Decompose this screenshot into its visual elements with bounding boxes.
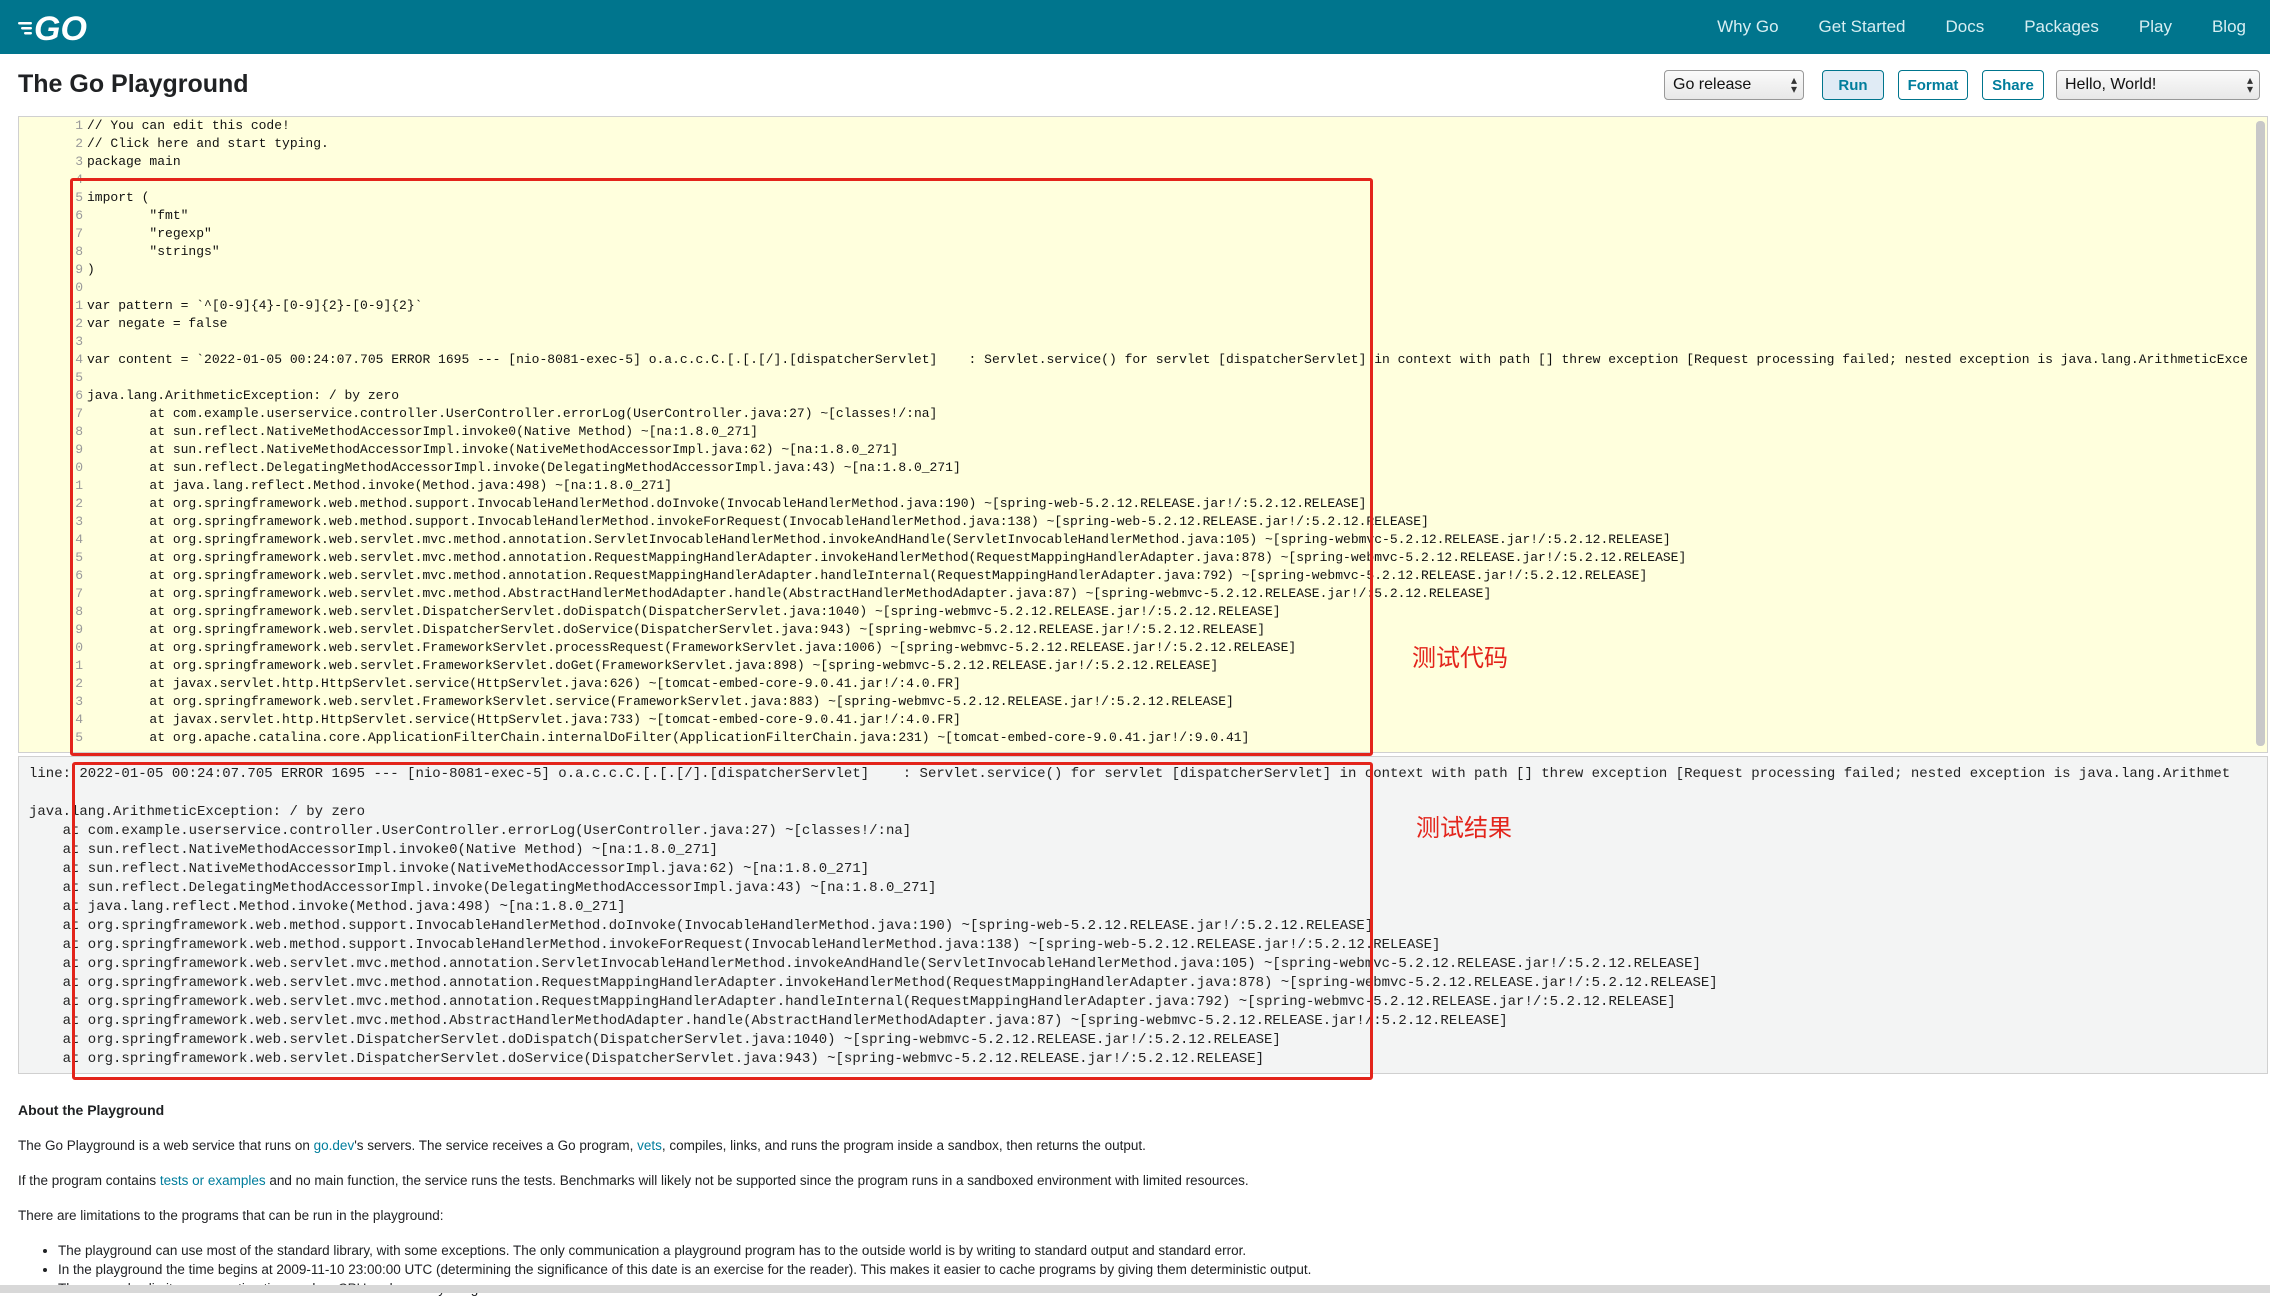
- go-logo-icon: GO: [18, 10, 87, 45]
- about-text: , compiles, links, and runs the program …: [661, 1138, 1146, 1153]
- release-select-value: Go release: [1673, 76, 1752, 93]
- share-button[interactable]: Share: [1982, 70, 2044, 100]
- example-select-value: Hello, World!: [2065, 76, 2157, 93]
- line-number: 3: [75, 154, 83, 169]
- svg-text:GO: GO: [34, 10, 87, 45]
- nav-why-go[interactable]: Why Go: [1717, 17, 1778, 37]
- bottom-scrollbar[interactable]: [0, 1285, 2270, 1293]
- about-text: and no main function, the service runs t…: [265, 1173, 1249, 1188]
- top-nav-bar: GO Why Go Get Started Docs Packages Play…: [0, 0, 2270, 54]
- code-highlight-box: [70, 178, 1373, 756]
- go-dev-link[interactable]: go.dev: [314, 1138, 355, 1153]
- nav-links: Why Go Get Started Docs Packages Play Bl…: [1677, 0, 2246, 54]
- code-annotation-label: 测试代码: [1412, 644, 1508, 672]
- result-highlight-box: [72, 762, 1373, 1080]
- list-item: The playground can use most of the stand…: [58, 1243, 2248, 1258]
- nav-blog[interactable]: Blog: [2212, 17, 2246, 37]
- release-select[interactable]: Go release ▴ ▾: [1664, 70, 1804, 100]
- nav-get-started[interactable]: Get Started: [1819, 17, 1906, 37]
- result-annotation-label: 测试结果: [1416, 814, 1512, 842]
- format-button[interactable]: Format: [1898, 70, 1968, 100]
- nav-packages[interactable]: Packages: [2024, 17, 2099, 37]
- select-arrows-icon: ▴ ▾: [1790, 73, 1797, 96]
- editor-scrollbar[interactable]: [2256, 121, 2265, 746]
- about-paragraph-3: There are limitations to the programs th…: [18, 1208, 444, 1223]
- select-arrows-icon: ▴ ▾: [2246, 73, 2253, 96]
- line-number: 2: [75, 136, 83, 151]
- nav-play[interactable]: Play: [2139, 17, 2172, 37]
- vets-link[interactable]: vets: [637, 1138, 662, 1153]
- about-paragraph-2: If the program contains tests or example…: [18, 1173, 2248, 1188]
- example-select[interactable]: Hello, World! ▴ ▾: [2056, 70, 2260, 100]
- go-logo[interactable]: GO: [18, 8, 102, 46]
- about-heading: About the Playground: [18, 1102, 165, 1118]
- about-paragraph-1: The Go Playground is a web service that …: [18, 1138, 2248, 1153]
- about-text: If the program contains: [18, 1173, 160, 1188]
- page-title: The Go Playground: [18, 70, 249, 98]
- run-button[interactable]: Run: [1822, 70, 1884, 100]
- about-text: 's servers. The service receives a Go pr…: [354, 1138, 638, 1153]
- list-item: In the playground the time begins at 200…: [58, 1262, 2248, 1277]
- line-number: 1: [75, 118, 83, 133]
- about-text: The Go Playground is a web service that …: [18, 1138, 314, 1153]
- tests-examples-link[interactable]: tests or examples: [160, 1173, 266, 1188]
- nav-docs[interactable]: Docs: [1945, 17, 1984, 37]
- about-section: About the Playground The Go Playground i…: [18, 1102, 2248, 1300]
